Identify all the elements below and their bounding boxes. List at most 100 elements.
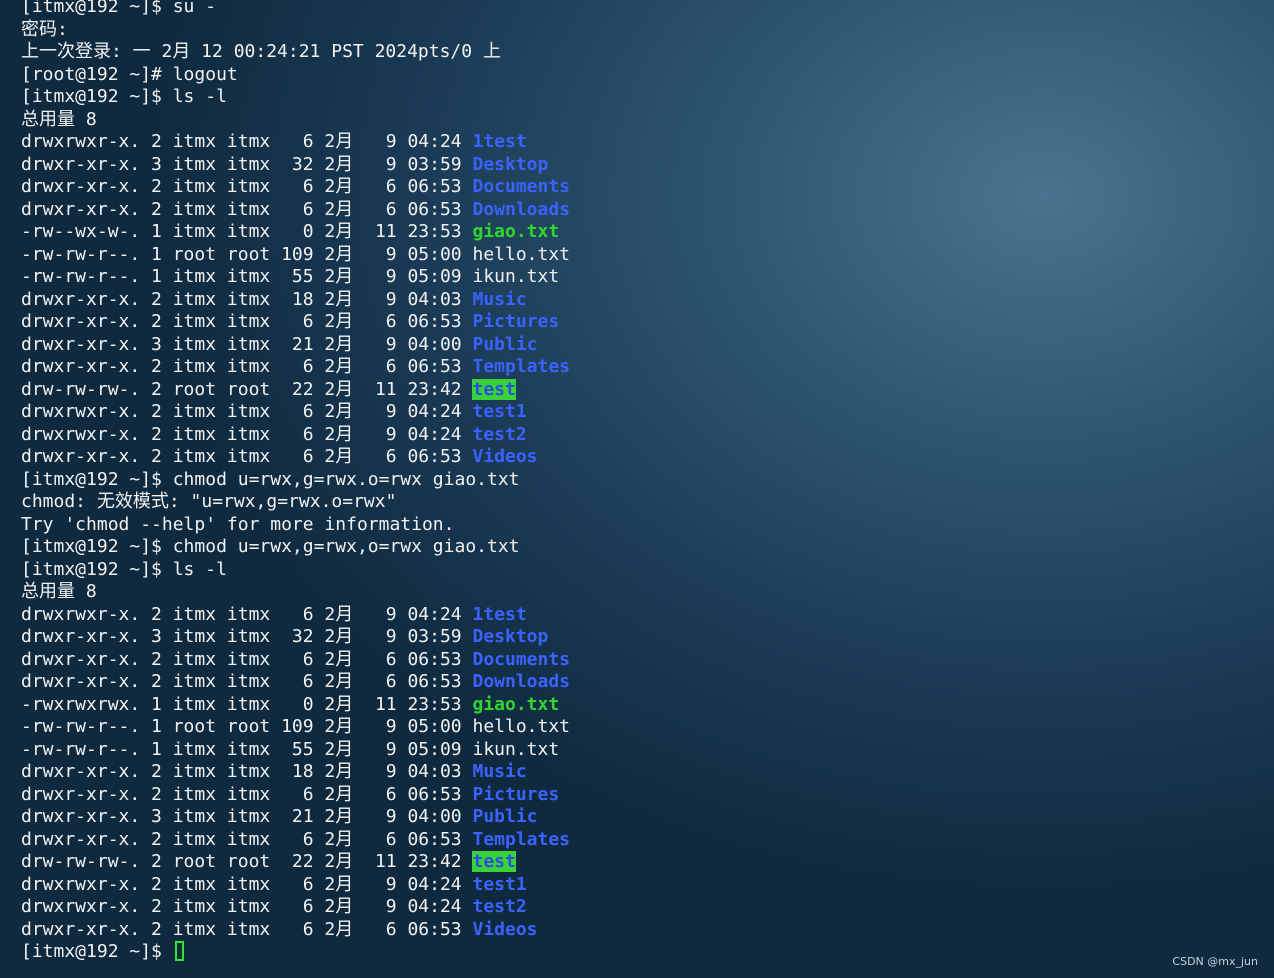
terminal-line: 密码:: [21, 18, 68, 40]
file-name: Downloads: [472, 198, 571, 220]
listing-attrs: drwxr-xr-x. 2 itmx itmx 6 2月 6 06:53: [21, 198, 473, 220]
listing-attrs: drwxr-xr-x. 2 itmx itmx 6 2月 6 06:53: [21, 356, 473, 377]
file-name: giao.txt: [472, 221, 560, 242]
listing-row: drw-rw-rw-. 2 root root 22 2月 11 23:42 t…: [21, 378, 570, 402]
file-name: ikun.txt: [472, 266, 560, 287]
file-name: ikun.txt: [472, 738, 560, 760]
listing-attrs: -rw--wx-w-. 1 itmx itmx 0 2月 11 23:53: [21, 221, 473, 242]
listing-attrs: -rwxrwxrwx. 1 itmx itmx 0 2月 11 23:53: [21, 693, 473, 715]
listing-attrs: drwxrwxr-x. 2 itmx itmx 6 2月 9 04:24: [21, 873, 473, 895]
listing-row: drwxr-xr-x. 2 itmx itmx 18 2月 9 04:03 Mu…: [21, 289, 570, 312]
file-name: test2: [472, 423, 527, 445]
terminal-line: Try 'chmod --help' for more information.: [21, 513, 455, 535]
listing-row: drwxrwxr-x. 2 itmx itmx 6 2月 9 04:24 1te…: [21, 604, 570, 627]
terminal-line: [itmx@192 ~]$ su -: [21, 0, 217, 17]
file-name: Public: [472, 333, 538, 355]
listing-row: drwxr-xr-x. 2 itmx itmx 6 2月 6 06:53 Dow…: [21, 199, 570, 222]
terminal-line: [root@192 ~]# logout: [21, 63, 238, 85]
file-name: Downloads: [472, 671, 571, 692]
listing-row: -rw--wx-w-. 1 itmx itmx 0 2月 11 23:53 gi…: [21, 221, 570, 244]
listing-attrs: drwxr-xr-x. 2 itmx itmx 18 2月 9 04:03: [21, 761, 473, 782]
file-name: hello.txt: [472, 243, 571, 265]
listing-row: drwxrwxr-x. 2 itmx itmx 6 2月 9 04:24 1te…: [21, 131, 570, 154]
listing-attrs: drwxr-xr-x. 2 itmx itmx 6 2月 6 06:53: [21, 783, 473, 805]
listing-attrs: drwxr-xr-x. 2 itmx itmx 6 2月 6 06:53: [21, 446, 473, 467]
terminal-line: 总用量 8: [21, 581, 97, 602]
terminal-line: [itmx@192 ~]$ chmod u=rwx,g=rwx.o=rwx gi…: [21, 468, 520, 490]
listing-attrs: drwxr-xr-x. 3 itmx itmx 32 2月 9 03:59: [21, 153, 473, 175]
file-name: Pictures: [472, 311, 560, 332]
file-name: Videos: [472, 918, 538, 940]
listing-row: drwxr-xr-x. 2 itmx itmx 6 2月 6 06:53 Pic…: [21, 784, 570, 807]
file-name: Templates: [472, 356, 571, 377]
listing-row: drw-rw-rw-. 2 root root 22 2月 11 23:42 t…: [21, 851, 570, 874]
listing-attrs: -rw-rw-r--. 1 root root 109 2月 9 05:00: [21, 243, 473, 265]
listing-row: drwxr-xr-x. 2 itmx itmx 6 2月 6 06:53 Tem…: [21, 829, 570, 852]
listing-row: drwxrwxr-x. 2 itmx itmx 6 2月 9 04:24 tes…: [21, 896, 570, 919]
listing-row: drwxr-xr-x. 3 itmx itmx 32 2月 9 03:59 De…: [21, 626, 570, 649]
terminal-line: 上一次登录: 一 2月 12 00:24:21 PST 2024pts/0 上: [21, 41, 501, 62]
listing-row: -rwxrwxrwx. 1 itmx itmx 0 2月 11 23:53 gi…: [21, 694, 570, 717]
listing-row: drwxr-xr-x. 2 itmx itmx 6 2月 6 06:53 Tem…: [21, 356, 570, 379]
block-cursor-icon: [174, 941, 184, 961]
listing-row: drwxrwxr-x. 2 itmx itmx 6 2月 9 04:24 tes…: [21, 424, 570, 447]
file-name: test: [472, 851, 516, 872]
file-name: giao.txt: [472, 693, 560, 715]
listing-attrs: -rw-rw-r--. 1 itmx itmx 55 2月 9 05:09: [21, 738, 473, 760]
file-name: Documents: [472, 176, 571, 197]
file-name: hello.txt: [472, 716, 571, 737]
listing-row: drwxr-xr-x. 2 itmx itmx 6 2月 6 06:53 Pic…: [21, 311, 570, 334]
listing-attrs: -rw-rw-r--. 1 root root 109 2月 9 05:00: [21, 716, 473, 737]
listing-row: drwxr-xr-x. 2 itmx itmx 18 2月 9 04:03 Mu…: [21, 761, 570, 784]
listing-row: drwxr-xr-x. 2 itmx itmx 6 2月 6 06:53 Doc…: [21, 649, 570, 672]
file-name: test1: [472, 873, 527, 895]
file-name: Pictures: [472, 783, 560, 805]
listing-row: drwxrwxr-x. 2 itmx itmx 6 2月 9 04:24 tes…: [21, 401, 570, 424]
terminal-output[interactable]: [itmx@192 ~]$ su - 密码: 上一次登录: 一 2月 12 00:2…: [21, 0, 570, 964]
terminal-line: [itmx@192 ~]$ chmod u=rwx,g=rwx,o=rwx gi…: [21, 536, 520, 557]
listing-attrs: drwxr-xr-x. 3 itmx itmx 21 2月 9 04:00: [21, 806, 473, 827]
file-name: test2: [472, 896, 527, 917]
listing-row: drwxr-xr-x. 3 itmx itmx 32 2月 9 03:59 De…: [21, 154, 570, 177]
file-name: Documents: [472, 648, 571, 670]
listing-attrs: drwxrwxr-x. 2 itmx itmx 6 2月 9 04:24: [21, 401, 473, 422]
listing-attrs: drwxrwxr-x. 2 itmx itmx 6 2月 9 04:24: [21, 603, 473, 625]
file-name: test: [472, 378, 516, 400]
file-name: Desktop: [472, 153, 549, 175]
listing-attrs: drwxrwxr-x. 2 itmx itmx 6 2月 9 04:24: [21, 131, 473, 152]
listing-attrs: drwxr-xr-x. 2 itmx itmx 6 2月 6 06:53: [21, 311, 473, 332]
file-name: Templates: [472, 828, 571, 850]
file-name: Music: [472, 288, 527, 310]
listing-attrs: drwxr-xr-x. 2 itmx itmx 18 2月 9 04:03: [21, 288, 473, 310]
listing-attrs: drwxr-xr-x. 2 itmx itmx 6 2月 6 06:53: [21, 828, 473, 850]
terminal-line: chmod: 无效模式: "u=rwx,g=rwx.o=rwx": [21, 491, 397, 512]
listing-row: drwxr-xr-x. 3 itmx itmx 21 2月 9 04:00 Pu…: [21, 806, 570, 829]
listing-attrs: drwxrwxr-x. 2 itmx itmx 6 2月 9 04:24: [21, 423, 473, 445]
listing-row: drwxr-xr-x. 2 itmx itmx 6 2月 6 06:53 Vid…: [21, 446, 570, 469]
prompt-line[interactable]: [itmx@192 ~]$: [21, 941, 570, 964]
listing-row: -rw-rw-r--. 1 itmx itmx 55 2月 9 05:09 ik…: [21, 266, 570, 289]
listing-attrs: drwxr-xr-x. 2 itmx itmx 6 2月 6 06:53: [21, 918, 473, 940]
listing-row: drwxr-xr-x. 2 itmx itmx 6 2月 6 06:53 Doc…: [21, 176, 570, 199]
file-name: 1test: [472, 603, 527, 625]
listing-attrs: drwxrwxr-x. 2 itmx itmx 6 2月 9 04:24: [21, 896, 473, 917]
listing-attrs: -rw-rw-r--. 1 itmx itmx 55 2月 9 05:09: [21, 266, 473, 287]
listing-row: drwxrwxr-x. 2 itmx itmx 6 2月 9 04:24 tes…: [21, 874, 570, 897]
listing-row: -rw-rw-r--. 1 root root 109 2月 9 05:00 h…: [21, 716, 570, 739]
listing-attrs: drwxr-xr-x. 2 itmx itmx 6 2月 6 06:53: [21, 671, 473, 692]
file-name: Public: [472, 806, 538, 827]
terminal-line: 总用量 8: [21, 108, 97, 130]
listing-row: drwxr-xr-x. 3 itmx itmx 21 2月 9 04:00 Pu…: [21, 334, 570, 357]
listing-row: drwxr-xr-x. 2 itmx itmx 6 2月 6 06:53 Dow…: [21, 671, 570, 694]
terminal-line: [itmx@192 ~]$ ls -l: [21, 86, 227, 107]
listing-row: -rw-rw-r--. 1 root root 109 2月 9 05:00 h…: [21, 244, 570, 267]
terminal-line: [itmx@192 ~]$ ls -l: [21, 558, 227, 580]
listing-attrs: drwxr-xr-x. 3 itmx itmx 21 2月 9 04:00: [21, 333, 473, 355]
file-name: test1: [472, 401, 527, 422]
file-name: Music: [472, 761, 527, 782]
listing-attrs: drwxr-xr-x. 2 itmx itmx 6 2月 6 06:53: [21, 648, 473, 670]
listing-row: -rw-rw-r--. 1 itmx itmx 55 2月 9 05:09 ik…: [21, 739, 570, 762]
listing-attrs: drwxr-xr-x. 3 itmx itmx 32 2月 9 03:59: [21, 626, 473, 647]
file-name: 1test: [472, 131, 527, 152]
watermark: CSDN @mx_jun: [1172, 955, 1258, 968]
